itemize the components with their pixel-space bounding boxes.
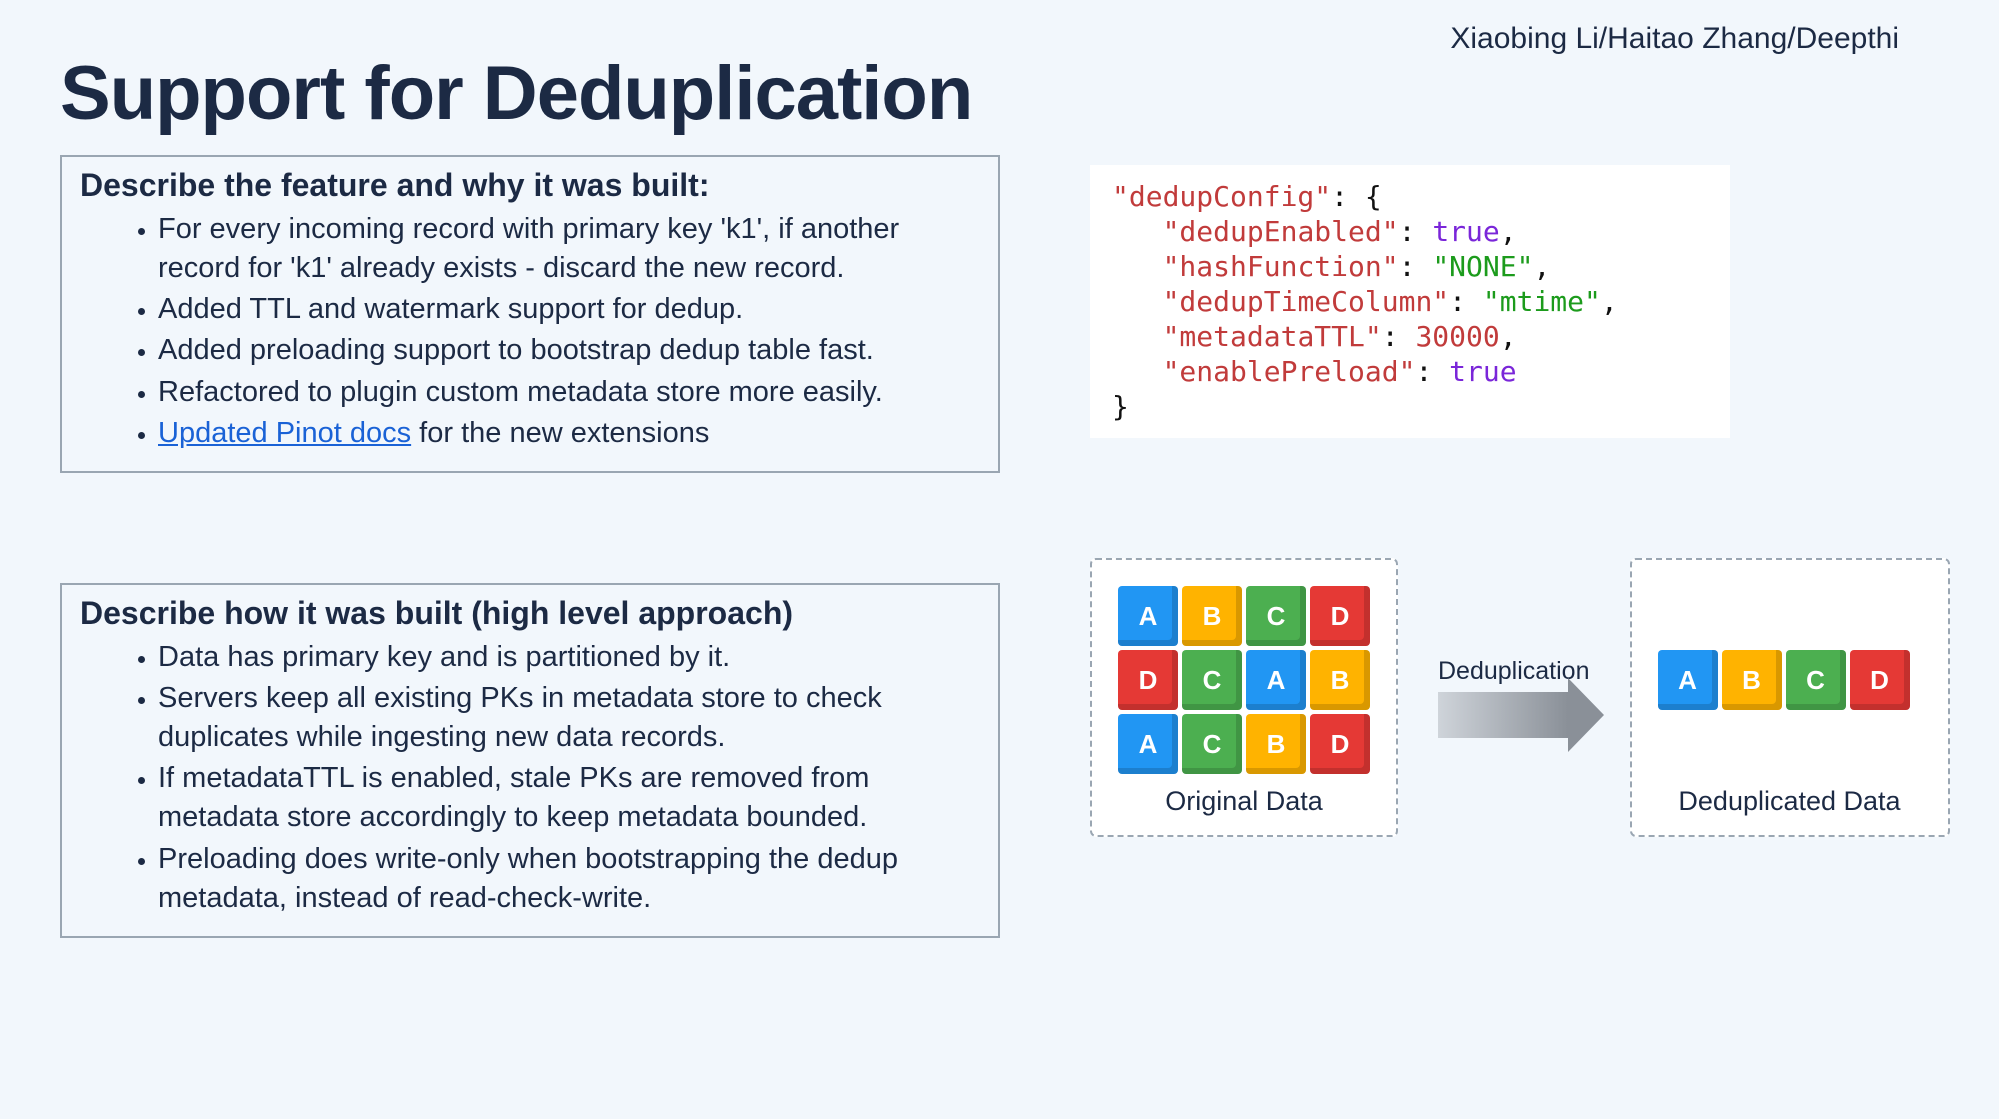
page-title: Support for Deduplication bbox=[60, 50, 1939, 137]
original-data-panel: ABCDDCABACBD Original Data bbox=[1090, 558, 1398, 837]
data-block-C: C bbox=[1182, 650, 1242, 710]
data-block-C: C bbox=[1786, 650, 1846, 710]
link-suffix: for the new extensions bbox=[411, 417, 709, 449]
arrow-label: Deduplication bbox=[1438, 657, 1590, 686]
data-block-D: D bbox=[1850, 650, 1910, 710]
approach-box: Describe how it was built (high level ap… bbox=[60, 583, 1000, 938]
list-item: Added TTL and watermark support for dedu… bbox=[158, 290, 980, 329]
updated-docs-link[interactable]: Updated Pinot docs bbox=[158, 417, 411, 449]
approach-box-heading: Describe how it was built (high level ap… bbox=[80, 595, 980, 632]
list-item: Added preloading support to bootstrap de… bbox=[158, 331, 980, 370]
data-block-A: A bbox=[1118, 586, 1178, 646]
arrow-icon bbox=[1438, 692, 1568, 738]
data-block-A: A bbox=[1118, 714, 1178, 774]
data-block-C: C bbox=[1182, 714, 1242, 774]
dedup-data-label: Deduplicated Data bbox=[1656, 786, 1924, 817]
data-block-D: D bbox=[1310, 714, 1370, 774]
approach-list: Data has primary key and is partitioned … bbox=[80, 638, 980, 918]
list-item: Refactored to plugin custom metadata sto… bbox=[158, 373, 980, 412]
dedup-arrow: Deduplication bbox=[1438, 657, 1590, 738]
original-data-label: Original Data bbox=[1116, 786, 1372, 817]
data-block-B: B bbox=[1246, 714, 1306, 774]
list-item: For every incoming record with primary k… bbox=[158, 210, 980, 288]
dedup-data-panel: ABCD Deduplicated Data bbox=[1630, 558, 1950, 837]
slide: Xiaobing Li/Haitao Zhang/Deepthi Support… bbox=[0, 0, 1999, 1119]
feature-list: For every incoming record with primary k… bbox=[80, 210, 980, 453]
authors-text: Xiaobing Li/Haitao Zhang/Deepthi bbox=[1450, 22, 1899, 56]
feature-box: Describe the feature and why it was buil… bbox=[60, 155, 1000, 473]
list-item: Servers keep all existing PKs in metadat… bbox=[158, 679, 980, 757]
data-block-B: B bbox=[1310, 650, 1370, 710]
feature-box-heading: Describe the feature and why it was buil… bbox=[80, 167, 980, 204]
data-block-D: D bbox=[1118, 650, 1178, 710]
dedup-diagram: ABCDDCABACBD Original Data Deduplication… bbox=[1090, 558, 1950, 837]
data-block-B: B bbox=[1722, 650, 1782, 710]
data-block-A: A bbox=[1246, 650, 1306, 710]
list-item: Data has primary key and is partitioned … bbox=[158, 638, 980, 677]
data-block-A: A bbox=[1658, 650, 1718, 710]
list-item: If metadataTTL is enabled, stale PKs are… bbox=[158, 759, 980, 837]
list-item: Updated Pinot docs for the new extension… bbox=[158, 414, 980, 453]
list-item: Preloading does write-only when bootstra… bbox=[158, 840, 980, 918]
data-block-B: B bbox=[1182, 586, 1242, 646]
dedup-config-code: "dedupConfig": { "dedupEnabled": true, "… bbox=[1090, 165, 1730, 438]
data-block-C: C bbox=[1246, 586, 1306, 646]
data-block-D: D bbox=[1310, 586, 1370, 646]
